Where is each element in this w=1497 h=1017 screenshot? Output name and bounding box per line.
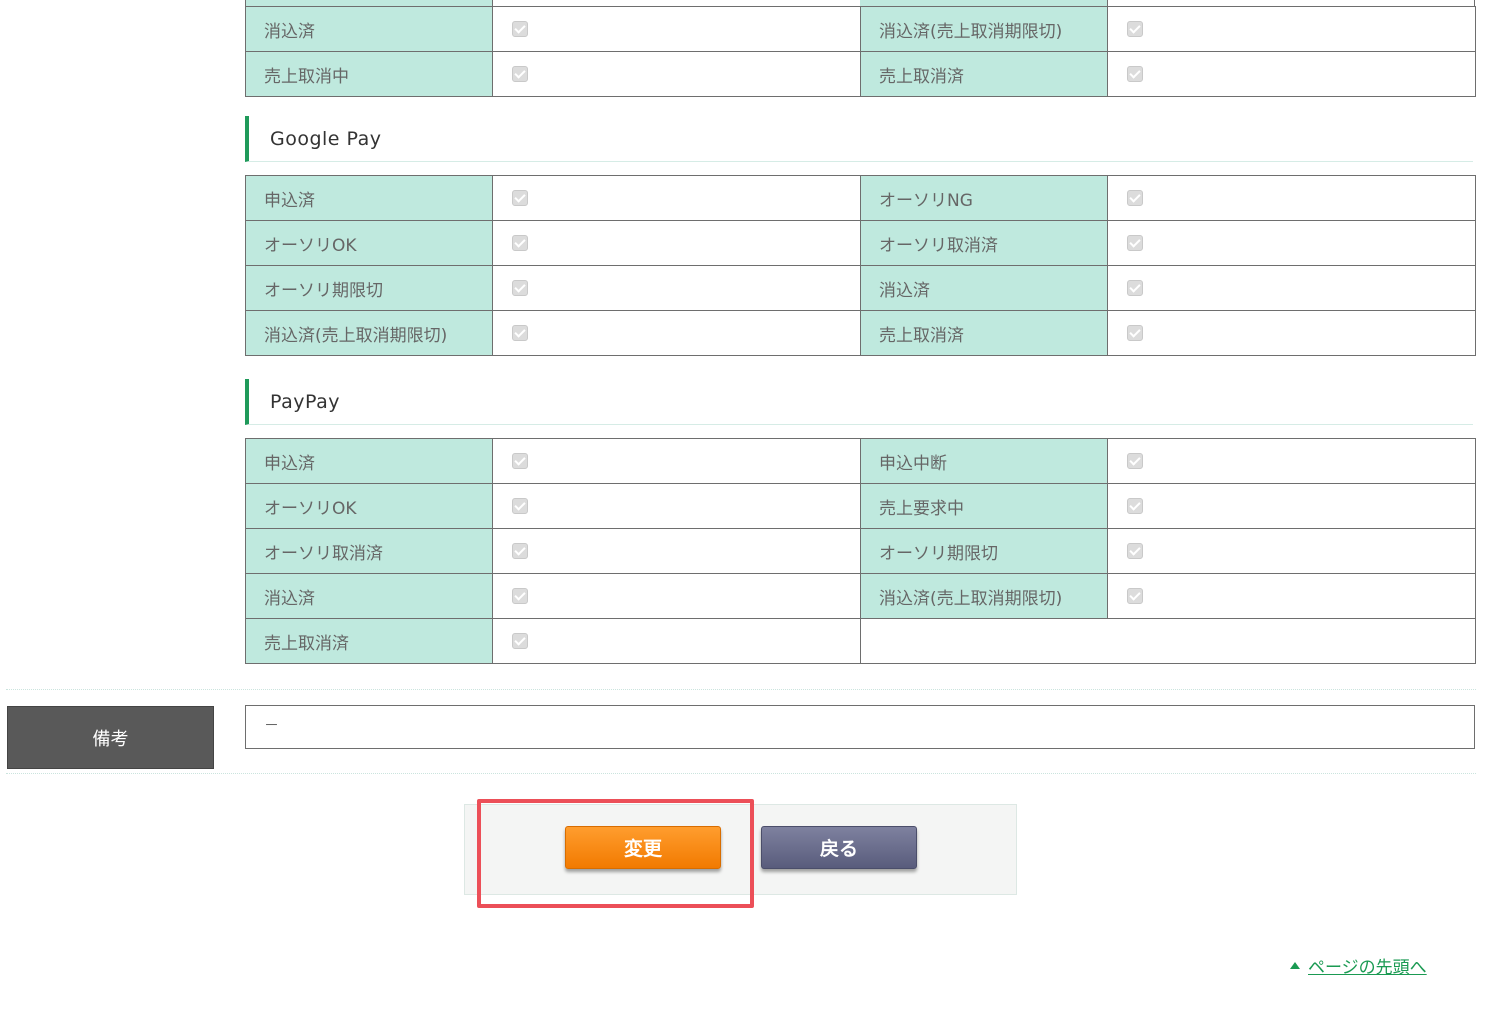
status-label: 消込済 (860, 265, 1108, 311)
checkbox-checked[interactable] (1127, 588, 1143, 604)
triangle-up-icon (1290, 962, 1300, 969)
status-label: オーソリOK (245, 220, 493, 266)
status-label: 売上取消済 (860, 51, 1108, 97)
status-table-googlepay: 申込済 オーソリNG オーソリOK オーソリ取消済 オーソリ期限切 消込済 消込… (245, 175, 1476, 356)
status-label: 申込中断 (860, 438, 1108, 484)
status-label: 申込済 (245, 175, 493, 221)
checkbox-checked[interactable] (512, 235, 528, 251)
status-label: 消込済(売上取消期限切) (860, 573, 1108, 619)
table-row: オーソリOK 売上要求中 (245, 483, 1476, 529)
divider (6, 773, 1476, 774)
checkbox-checked[interactable] (512, 543, 528, 559)
back-button[interactable]: 戻る (761, 826, 917, 869)
section-heading-googlepay: Google Pay (245, 116, 1473, 162)
empty-cell (860, 618, 1476, 664)
checkbox-checked[interactable] (512, 588, 528, 604)
status-label: オーソリNG (860, 175, 1108, 221)
table-row: 消込済 消込済(売上取消期限切) (245, 573, 1476, 619)
status-label: 消込済(売上取消期限切) (860, 6, 1108, 52)
table-top-edge (245, 0, 1475, 6)
checkbox-checked[interactable] (512, 325, 528, 341)
checkbox-checked[interactable] (1127, 190, 1143, 206)
status-table-top: 消込済 消込済(売上取消期限切) 売上取消中 売上取消済 (245, 6, 1476, 97)
checkbox-checked[interactable] (512, 21, 528, 37)
status-table-paypay: 申込済 申込中断 オーソリOK 売上要求中 オーソリ取消済 オーソリ期限切 消込… (245, 438, 1476, 664)
status-label: オーソリ取消済 (860, 220, 1108, 266)
checkbox-checked[interactable] (1127, 543, 1143, 559)
table-row: オーソリOK オーソリ取消済 (245, 220, 1476, 266)
status-label: オーソリ期限切 (860, 528, 1108, 574)
highlight-box (477, 799, 754, 908)
checkbox-checked[interactable] (1127, 453, 1143, 469)
checkbox-checked[interactable] (1127, 498, 1143, 514)
checkbox-checked[interactable] (512, 190, 528, 206)
page-top-link-wrap: ページの先頭へ (1290, 953, 1427, 978)
checkbox-checked[interactable] (512, 633, 528, 649)
status-label: オーソリ取消済 (245, 528, 493, 574)
checkbox-checked[interactable] (512, 66, 528, 82)
status-label: 消込済(売上取消期限切) (245, 310, 493, 356)
checkbox-checked[interactable] (1127, 21, 1143, 37)
divider (6, 689, 1476, 690)
checkbox-checked[interactable] (1127, 66, 1143, 82)
checkbox-checked[interactable] (512, 453, 528, 469)
status-label: 売上取消中 (245, 51, 493, 97)
table-row: 申込済 申込中断 (245, 438, 1476, 484)
table-row: 消込済(売上取消期限切) 売上取消済 (245, 310, 1476, 356)
status-label: オーソリOK (245, 483, 493, 529)
table-row: 売上取消済 (245, 618, 1476, 664)
section-heading-paypay: PayPay (245, 379, 1473, 425)
checkbox-checked[interactable] (1127, 325, 1143, 341)
remarks-label: 備考 (7, 706, 214, 769)
checkbox-checked[interactable] (1127, 280, 1143, 296)
checkbox-checked[interactable] (512, 498, 528, 514)
status-label: 消込済 (245, 6, 493, 52)
remarks-value: － (245, 705, 1475, 749)
status-label: オーソリ期限切 (245, 265, 493, 311)
status-label: 売上要求中 (860, 483, 1108, 529)
table-row: オーソリ期限切 消込済 (245, 265, 1476, 311)
checkbox-checked[interactable] (512, 280, 528, 296)
status-label: 売上取消済 (245, 618, 493, 664)
table-row: 申込済 オーソリNG (245, 175, 1476, 221)
table-row: オーソリ取消済 オーソリ期限切 (245, 528, 1476, 574)
status-label: 売上取消済 (860, 310, 1108, 356)
page-top-link[interactable]: ページの先頭へ (1308, 953, 1427, 978)
checkbox-checked[interactable] (1127, 235, 1143, 251)
table-row: 売上取消中 売上取消済 (245, 51, 1476, 97)
table-row: 消込済 消込済(売上取消期限切) (245, 6, 1476, 52)
status-label: 申込済 (245, 438, 493, 484)
status-label: 消込済 (245, 573, 493, 619)
